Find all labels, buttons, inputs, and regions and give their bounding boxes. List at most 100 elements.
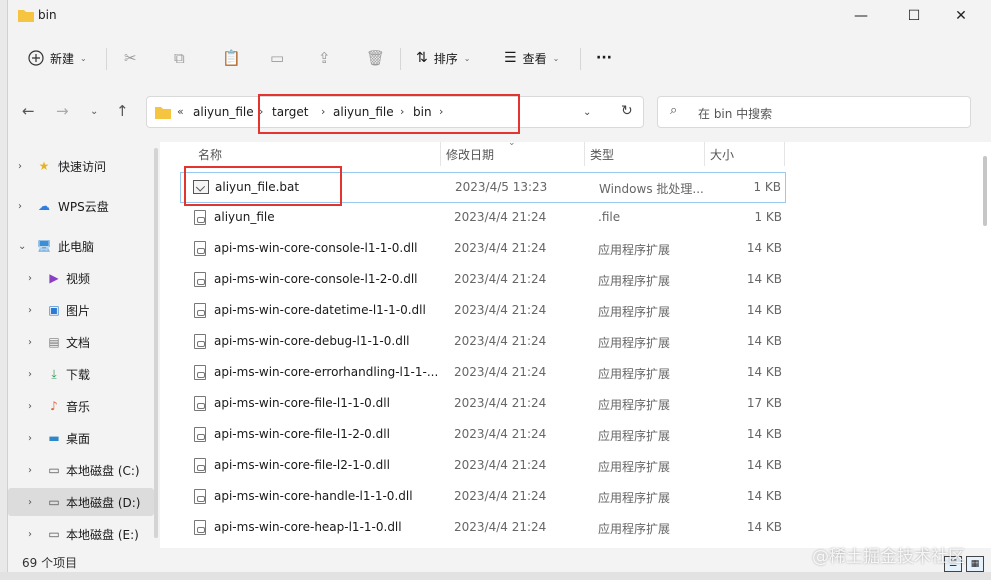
nav-item-music[interactable]: › ♪ 音乐 [8,392,154,420]
tiles-view-icon[interactable]: ▦ [966,556,984,572]
file-type: 应用程序扩展 [598,274,671,288]
breadcrumb-aliyun-file[interactable]: aliyun_file [193,105,254,119]
close-button[interactable]: ✕ [938,0,984,32]
maximize-button[interactable]: ☐ [891,0,937,32]
file-list-scrollbar[interactable] [983,156,987,226]
file-name: api-ms-win-core-console-l1-1-0.dll [214,241,418,255]
chevron-right-icon[interactable]: › [28,337,32,348]
title-bar: bin — ☐ ✕ [8,0,991,32]
table-row[interactable]: api-ms-win-core-file-l1-2-0.dll 2023/4/4… [180,420,786,451]
dll-file-icon [194,241,206,256]
nav-item-this-pc[interactable]: ⌄ 🖥 此电脑 [8,232,154,260]
new-button[interactable]: 新建 ⌄ [28,46,87,70]
recent-chevron-icon[interactable]: ⌄ [90,106,98,117]
chevron-right-icon[interactable]: › [28,369,32,380]
table-row[interactable]: api-ms-win-core-file-l1-1-0.dll 2023/4/4… [180,389,786,420]
minimize-button[interactable]: — [838,0,884,32]
chevron-down-icon[interactable]: ⌄ [18,241,26,252]
up-arrow-icon[interactable]: ↑ [116,102,129,120]
table-row[interactable]: api-ms-win-core-console-l1-1-0.dll 2023/… [180,234,786,265]
dll-file-icon [194,458,206,473]
more-options-button[interactable]: ··· [596,46,612,70]
nav-item-desktop[interactable]: › ▬ 桌面 [8,424,154,452]
copy-icon[interactable]: ⧉ [174,46,185,70]
file-size: 14 KB [746,365,782,379]
file-size: 14 KB [746,427,782,441]
column-header-type[interactable]: 类型 [590,146,614,163]
paste-icon[interactable]: 📋 [222,46,241,70]
sort-button[interactable]: ⇅ 排序 ⌄ [416,46,470,70]
table-row[interactable]: api-ms-win-core-heap-l1-1-0.dll 2023/4/4… [180,513,786,544]
nav-item-quick-access[interactable]: › ★ 快速访问 [8,152,154,180]
nav-item-drive-d[interactable]: › ▭ 本地磁盘 (D:) [8,488,154,516]
chevron-right-icon[interactable]: › [28,529,32,540]
chevron-right-icon[interactable]: › [28,305,32,316]
rename-icon[interactable]: ▭ [270,46,284,70]
file-name: api-ms-win-core-heap-l1-1-0.dll [214,520,402,534]
annotation-highlight-box [184,166,342,206]
chevron-right-icon[interactable]: › [28,497,32,508]
nav-item-videos[interactable]: › ▶ 视频 [8,264,154,292]
view-icon: ☰ [504,50,517,66]
nav-item-downloads[interactable]: › ⤓ 下载 [8,360,154,388]
file-modified: 2023/4/4 21:24 [454,272,547,286]
file-modified: 2023/4/4 21:24 [454,396,547,410]
toolbar-divider [106,48,107,70]
navigation-pane: › ★ 快速访问 › ☁ WPS云盘 ⌄ 🖥 此电脑 › ▶ 视频 › ▣ 图片… [8,142,158,548]
file-type: 应用程序扩展 [598,398,671,412]
file-name: api-ms-win-core-console-l1-2-0.dll [214,272,418,286]
chevron-down-icon: ⌄ [80,53,87,63]
back-arrow-icon[interactable]: ← [22,102,35,120]
table-row[interactable]: api-ms-win-core-console-l1-2-0.dll 2023/… [180,265,786,296]
nav-label: 音乐 [66,399,91,414]
column-header-size[interactable]: 大小 [710,146,734,163]
nav-scrollbar[interactable] [154,148,158,538]
search-input[interactable]: ⌕ 在 bin 中搜索 [657,96,971,128]
music-icon: ♪ [50,399,58,413]
file-modified: 2023/4/4 21:24 [454,427,547,441]
cut-icon[interactable]: ✂ [124,46,137,70]
table-row[interactable]: api-ms-win-core-file-l2-1-0.dll 2023/4/4… [180,451,786,482]
chevron-right-icon[interactable]: › [28,433,32,444]
computer-icon: 🖥 [36,239,52,253]
file-modified: 2023/4/4 21:24 [454,334,547,348]
share-icon[interactable]: ⇪ [318,46,331,70]
nav-item-drive-c[interactable]: › ▭ 本地磁盘 (C:) [8,456,154,484]
file-modified: 2023/4/4 21:24 [454,458,547,472]
picture-icon: ▣ [48,303,60,317]
nav-item-wps-cloud[interactable]: › ☁ WPS云盘 [8,192,154,220]
table-row[interactable]: aliyun_file 2023/4/4 21:24 .file 1 KB [180,203,786,234]
table-row[interactable]: api-ms-win-core-datetime-l1-1-0.dll 2023… [180,296,786,327]
nav-label: 快速访问 [58,159,107,174]
chevron-right-icon[interactable]: › [28,273,32,284]
dll-file-icon [194,334,206,349]
file-name: api-ms-win-core-file-l2-1-0.dll [214,458,390,472]
chevron-right-icon[interactable]: › [18,201,22,212]
column-header-modified[interactable]: 修改日期 [446,146,494,163]
file-size: 14 KB [746,334,782,348]
column-header-name[interactable]: 名称 [198,146,222,163]
drive-icon: ▭ [48,463,60,477]
view-button[interactable]: ☰ 查看 ⌄ [504,46,559,70]
chevron-right-icon[interactable]: › [18,161,22,172]
delete-icon[interactable]: 🗑 [366,46,385,70]
chevron-right-icon[interactable]: › [28,401,32,412]
table-row[interactable]: api-ms-win-core-handle-l1-1-0.dll 2023/4… [180,482,786,513]
file-modified: 2023/4/4 21:24 [454,365,547,379]
forward-arrow-icon[interactable]: → [56,102,69,120]
table-row[interactable]: api-ms-win-core-errorhandling-l1-1-... 2… [180,358,786,389]
nav-item-drive-e[interactable]: › ▭ 本地磁盘 (E:) [8,520,154,548]
nav-item-documents[interactable]: › ▤ 文档 [8,328,154,356]
address-history-chevron-icon[interactable]: ⌄ [583,107,591,118]
column-divider [440,142,441,166]
nav-item-pictures[interactable]: › ▣ 图片 [8,296,154,324]
file-type: 应用程序扩展 [598,305,671,319]
address-row: ← → ⌄ ↑ « aliyun_file › target › aliyun_… [8,90,991,134]
chevron-right-icon[interactable]: › [28,465,32,476]
table-row[interactable]: api-ms-win-core-debug-l1-1-0.dll 2023/4/… [180,327,786,358]
refresh-icon[interactable]: ↻ [621,103,633,119]
more-icon: ··· [596,50,612,66]
overflow-chevron-icon[interactable]: « [177,105,184,118]
desktop-icon: ▬ [48,431,60,445]
file-type: 应用程序扩展 [598,367,671,381]
